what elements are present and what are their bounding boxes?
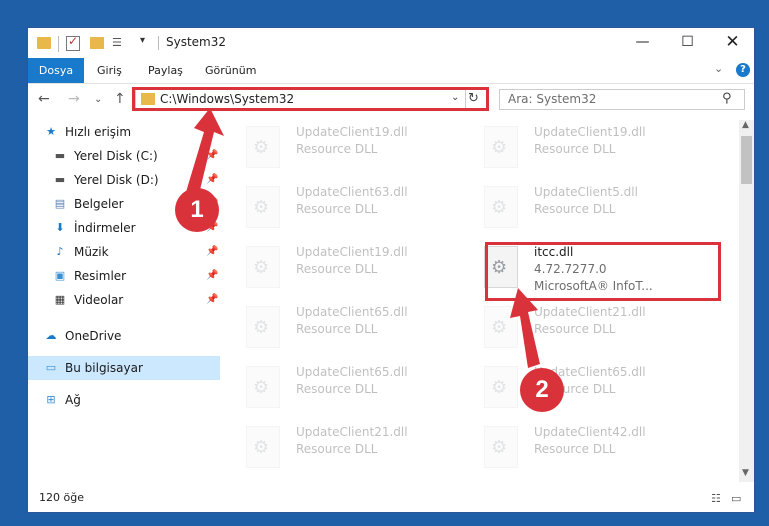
arrow-1 xyxy=(186,108,224,198)
desktop-background: ☰ ▾ System32 — ☐ ✕ Dosya Giriş Paylaş Gö… xyxy=(0,0,769,526)
annotation-arrows xyxy=(186,108,540,368)
callout-badge-1: 1 xyxy=(175,188,219,232)
arrow-2 xyxy=(510,288,540,368)
callout-badge-2: 2 xyxy=(520,368,564,412)
